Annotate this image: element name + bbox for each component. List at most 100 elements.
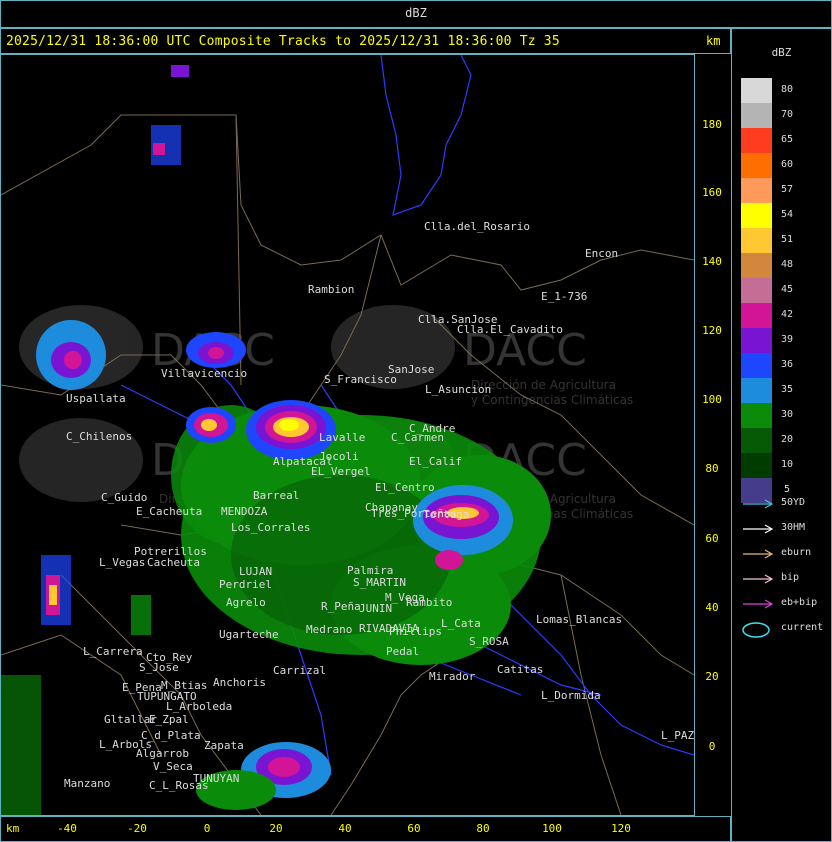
place-label: S_Jose (139, 661, 179, 674)
place-label: L_Carrera (83, 645, 143, 658)
track-arrow-icon (743, 549, 774, 559)
current-ellipse-icon (742, 622, 770, 638)
place-label: Ugarteche (219, 628, 279, 641)
y-tick-label: 160 (702, 186, 722, 199)
place-label: Medrano (306, 623, 352, 636)
place-label: Clla.del_Rosario (424, 220, 530, 233)
y-tick-label: 20 (705, 670, 719, 683)
track-arrow-icon (743, 599, 774, 609)
legend-swatch-label: 5 (783, 484, 791, 495)
track-legend-label: bip (781, 572, 800, 583)
place-label: Carrizal (273, 664, 326, 677)
place-label: Barreal (253, 489, 299, 502)
y-axis-unit: km (706, 34, 721, 48)
x-tick-label: 40 (338, 822, 352, 835)
legend-swatch (741, 428, 772, 453)
legend-swatch (741, 353, 772, 378)
river-north (380, 55, 472, 216)
legend-swatch-label: 51 (780, 234, 794, 245)
y-tick-label: 140 (702, 255, 722, 268)
legend-title: dBZ (771, 46, 792, 59)
track-legend-item: bip (741, 571, 831, 587)
legend-swatch (741, 453, 772, 478)
y-tick-label: 120 (702, 324, 722, 337)
legend-swatch-label: 20 (780, 434, 794, 445)
place-label: Anchoris (213, 676, 266, 689)
track-legend-label: eburn (781, 547, 812, 558)
place-label: Cacheuta (147, 556, 200, 569)
legend-swatch (741, 403, 772, 428)
place-label: Tortuga (423, 508, 469, 521)
place-labels: Clla.del_Rosario Rambion Encon E_1-736 C… (64, 220, 694, 792)
x-tick-label: -20 (127, 822, 147, 835)
place-label: SanJose (388, 363, 434, 376)
legend-swatch-label: 54 (780, 209, 794, 220)
legend-swatch-label: 35 (780, 384, 794, 395)
legend-swatch (741, 103, 772, 128)
y-tick-label: 60 (705, 532, 719, 545)
x-tick-label: 80 (476, 822, 490, 835)
legend-swatch-label: 65 (780, 134, 794, 145)
legend-swatch-label: 57 (780, 184, 794, 195)
track-arrow-icon (743, 574, 774, 584)
track-legend-item: 30HM (741, 521, 831, 537)
place-label: M_Btias (161, 679, 207, 692)
track-legend-label: eb+bip (781, 597, 818, 608)
watermark-sub-1a: Dirección de Agricultura (471, 378, 616, 392)
legend-swatch-label: 70 (780, 109, 794, 120)
legend-swatch (741, 78, 772, 103)
legend-swatch-label: 39 (780, 334, 794, 345)
place-label: El_Calif (409, 455, 462, 468)
place-label: V_Seca (153, 760, 193, 773)
x-tick-label: 20 (269, 822, 283, 835)
legend-swatch-label: 60 (780, 159, 794, 170)
place-label: Uspallata (66, 392, 126, 405)
legend-swatch (741, 253, 772, 278)
place-label: S_ROSA (469, 635, 509, 648)
place-label: C_Carmen (391, 431, 444, 444)
x-tick-label: 100 (542, 822, 562, 835)
y-tick-label: 180 (702, 118, 722, 131)
place-label: Catitas (497, 663, 543, 676)
x-tick-label: 120 (611, 822, 631, 835)
y-tick-label: 100 (702, 393, 722, 406)
place-label: C_L_Rosas (149, 779, 209, 792)
legend-swatch (741, 203, 772, 228)
place-label: Mirador (429, 670, 476, 683)
radar-map[interactable]: DACC DACC DACC DACC Dirección de Agricul… (1, 55, 694, 815)
boundary-north (1, 114, 694, 291)
legend-swatch-label: 45 (780, 284, 794, 295)
legend-swatch (741, 378, 772, 403)
place-label: Phillips (389, 625, 442, 638)
place-label: Palmira (347, 564, 393, 577)
place-label: Encon (585, 247, 618, 260)
place-label: E_Zpal (149, 713, 189, 726)
track-legend-current: current (741, 621, 831, 638)
place-label: C_Chilenos (66, 430, 132, 443)
x-tick-label: 60 (407, 822, 421, 835)
y-tick-label: 80 (705, 462, 719, 475)
place-label: Villavicencio (161, 367, 247, 380)
place-label: L_Arboleda (166, 700, 232, 713)
place-label: M_Vega (385, 591, 425, 604)
legend-swatch (741, 153, 772, 178)
place-label: MENDOZA (221, 505, 268, 518)
place-label: S_Francisco (324, 373, 397, 386)
legend-swatch-label: 30 (780, 409, 794, 420)
place-label: Rambion (308, 283, 354, 296)
track-legend-label: current (781, 622, 824, 633)
track-arrow-icon (743, 499, 774, 509)
track-legend-label: 50YD (781, 497, 806, 508)
place-label: L_Vegas (99, 556, 145, 569)
place-label: E_1-736 (541, 290, 587, 303)
y-axis: 180 160 140 120 100 80 60 40 20 0 (695, 54, 731, 816)
place-label: Pedal (386, 645, 419, 658)
place-label: Zapata (204, 739, 244, 752)
header-unit-label: dBZ (405, 6, 427, 20)
place-label: C_Guido (101, 491, 147, 504)
legend-swatch (741, 178, 772, 203)
place-label: Perdriel (219, 578, 272, 591)
track-arrow-icon (743, 524, 774, 534)
y-tick-label: 40 (705, 601, 719, 614)
legend-swatch-label: 10 (780, 459, 794, 470)
